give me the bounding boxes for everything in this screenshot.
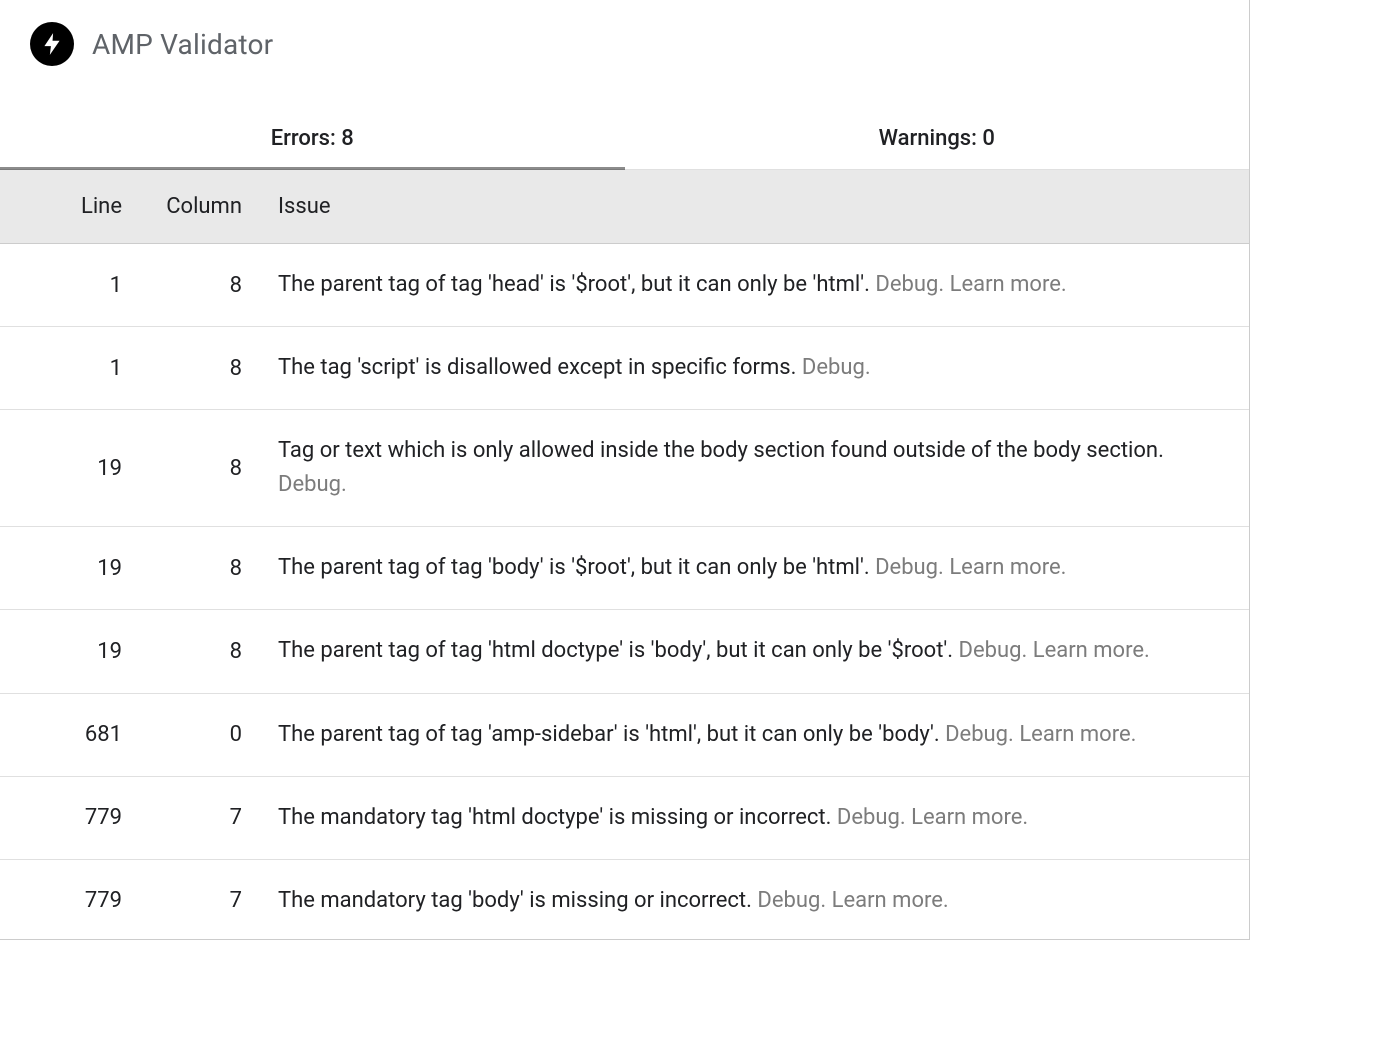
cell-issue: The parent tag of tag 'body' is '$root',… — [250, 551, 1249, 585]
tab-warnings[interactable]: Warnings: 0 — [625, 106, 1250, 169]
debug-link[interactable]: Debug — [802, 355, 865, 380]
table-row[interactable]: 18 The tag 'script' is disallowed except … — [0, 327, 1249, 410]
tab-errors[interactable]: Errors: 8 — [0, 106, 625, 169]
cell-line: 1 — [0, 356, 130, 381]
tab-warnings-label: Warnings: 0 — [879, 126, 995, 151]
issue-text: The mandatory tag 'body' is missing or i… — [278, 888, 757, 913]
learn-more-link[interactable]: Learn more — [950, 272, 1061, 297]
issue-text: The parent tag of tag 'html doctype' is … — [278, 638, 959, 663]
cell-line: 19 — [0, 639, 130, 664]
issue-text: The mandatory tag 'html doctype' is miss… — [278, 805, 837, 830]
cell-line: 681 — [0, 722, 130, 747]
learn-more-link[interactable]: Learn more — [1019, 722, 1130, 747]
header: AMP Validator — [0, 0, 1249, 76]
issue-text: Tag or text which is only allowed inside… — [278, 438, 1164, 463]
table-header-column: Column — [130, 194, 250, 219]
cell-line: 19 — [0, 456, 130, 481]
table-header-issue: Issue — [250, 194, 1249, 219]
cell-column: 8 — [130, 556, 250, 581]
issue-text: The parent tag of tag 'amp-sidebar' is '… — [278, 722, 945, 747]
debug-link[interactable]: Debug — [945, 722, 1008, 747]
debug-link[interactable]: Debug — [278, 472, 341, 497]
issue-text: The parent tag of tag 'head' is '$root',… — [278, 272, 875, 297]
cell-column: 8 — [130, 356, 250, 381]
learn-more-link[interactable]: Learn more — [1033, 638, 1144, 663]
cell-issue: The tag 'script' is disallowed except in… — [250, 351, 1249, 385]
table-header-line: Line — [0, 194, 130, 219]
cell-column: 0 — [130, 722, 250, 747]
debug-link[interactable]: Debug — [959, 638, 1022, 663]
app-title: AMP Validator — [92, 28, 273, 61]
cell-column: 7 — [130, 805, 250, 830]
tab-errors-label: Errors: 8 — [271, 126, 354, 151]
debug-link[interactable]: Debug — [875, 555, 938, 580]
amp-lightning-icon — [30, 22, 74, 66]
table-row[interactable]: 198 The parent tag of tag 'html doctype' … — [0, 610, 1249, 693]
cell-column: 8 — [130, 273, 250, 298]
cell-column: 8 — [130, 639, 250, 664]
cell-issue: The parent tag of tag 'amp-sidebar' is '… — [250, 718, 1249, 752]
learn-more-link[interactable]: Learn more — [832, 888, 943, 913]
table-row[interactable]: 7797 The mandatory tag 'body' is missing … — [0, 860, 1249, 940]
cell-issue: Tag or text which is only allowed inside… — [250, 434, 1249, 502]
cell-line: 779 — [0, 888, 130, 913]
debug-link[interactable]: Debug — [757, 888, 820, 913]
main-scroll-viewport[interactable]: AMP Validator Errors: 8 Warnings: 0 Line… — [0, 0, 1250, 940]
table-row[interactable]: 6810 The parent tag of tag 'amp-sidebar' … — [0, 694, 1249, 777]
debug-link[interactable]: Debug — [837, 805, 900, 830]
cell-line: 1 — [0, 273, 130, 298]
issue-text: The tag 'script' is disallowed except in… — [278, 355, 802, 380]
cell-issue: The mandatory tag 'html doctype' is miss… — [250, 801, 1249, 835]
cell-line: 19 — [0, 556, 130, 581]
cell-column: 7 — [130, 888, 250, 913]
cell-issue: The parent tag of tag 'html doctype' is … — [250, 634, 1249, 668]
learn-more-link[interactable]: Learn more — [911, 805, 1022, 830]
tabs-bar: Errors: 8 Warnings: 0 — [0, 106, 1249, 170]
cell-column: 8 — [130, 456, 250, 481]
issue-text: The parent tag of tag 'body' is '$root',… — [278, 555, 875, 580]
table-row[interactable]: 198 Tag or text which is only allowed ins… — [0, 410, 1249, 527]
debug-link[interactable]: Debug — [875, 272, 938, 297]
learn-more-link[interactable]: Learn more — [949, 555, 1060, 580]
table-row[interactable]: 18 The parent tag of tag 'head' is '$root… — [0, 244, 1249, 327]
cell-line: 779 — [0, 805, 130, 830]
table-header-row: Line Column Issue — [0, 170, 1249, 244]
cell-issue: The parent tag of tag 'head' is '$root',… — [250, 268, 1249, 302]
table-row[interactable]: 7797 The mandatory tag 'html doctype' is … — [0, 777, 1249, 860]
cell-issue: The mandatory tag 'body' is missing or i… — [250, 884, 1249, 918]
table-row[interactable]: 198 The parent tag of tag 'body' is '$roo… — [0, 527, 1249, 610]
